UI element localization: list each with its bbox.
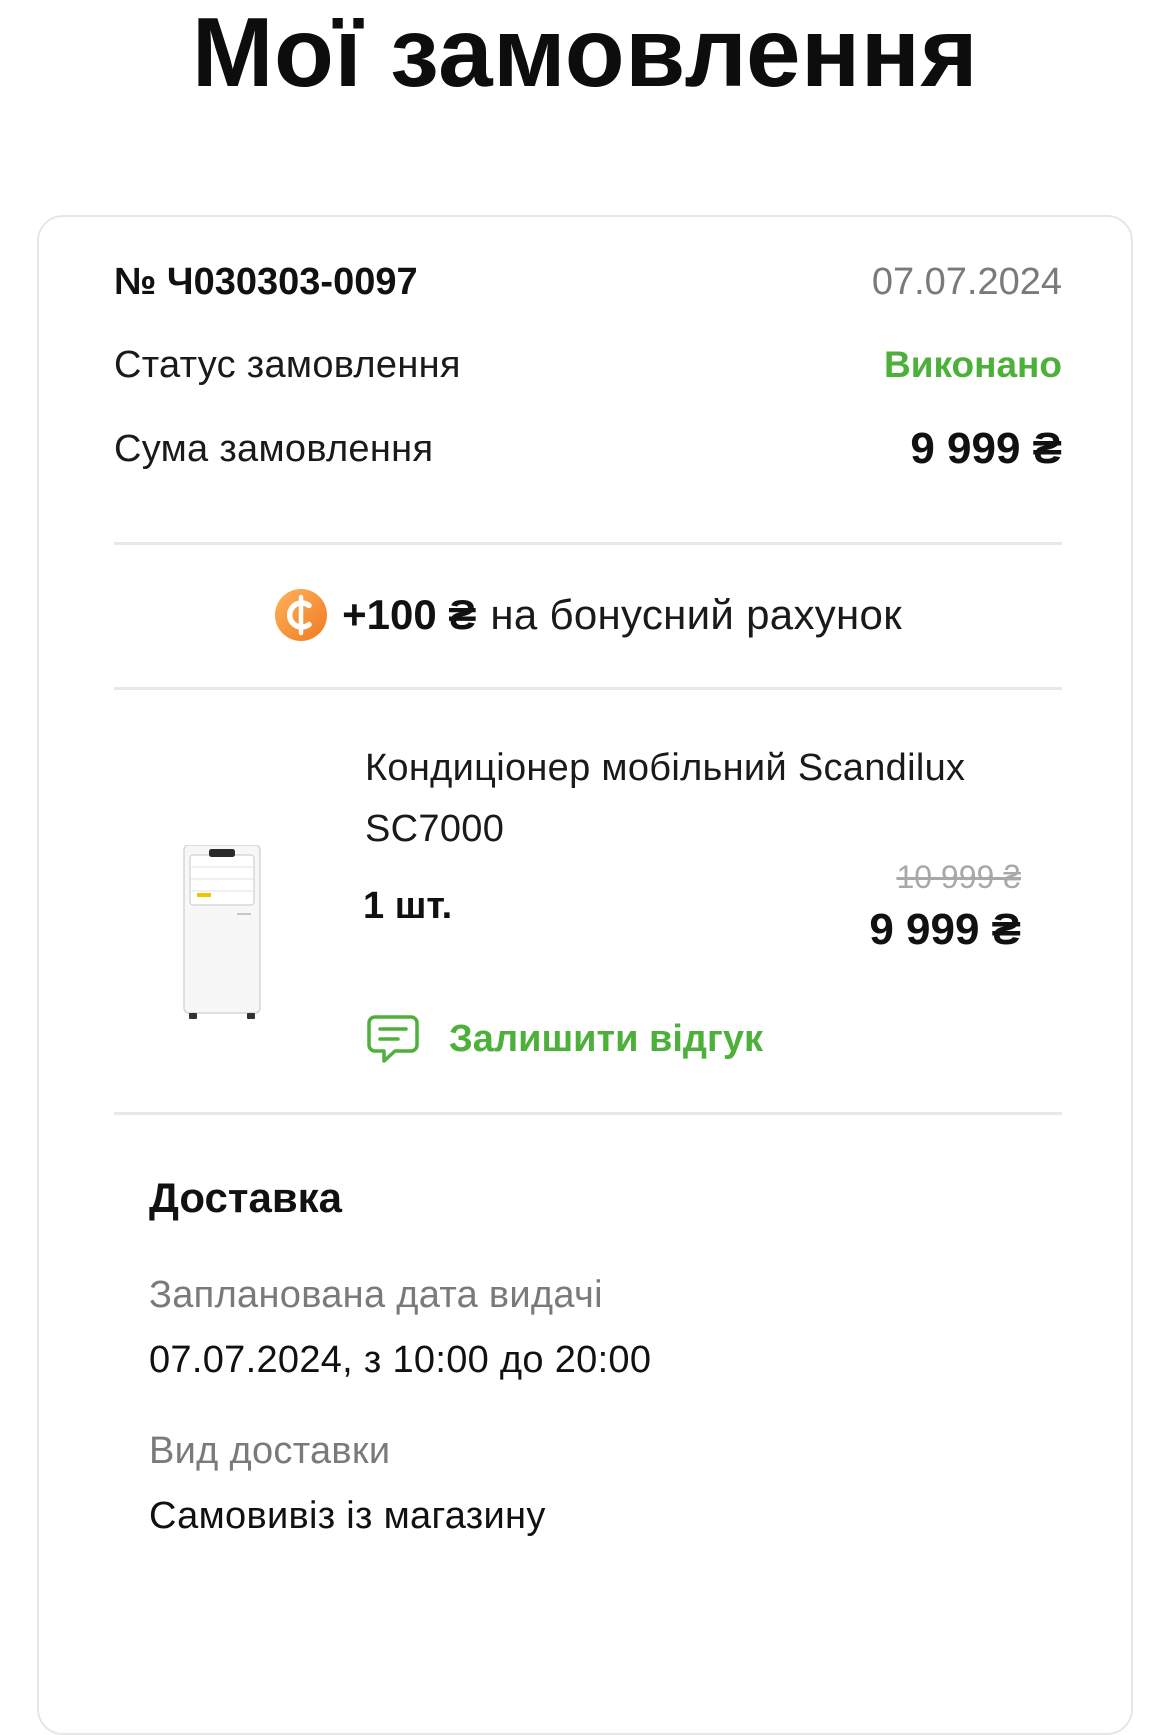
order-card: № Ч030303-0097 07.07.2024 Статус замовле…: [37, 215, 1133, 1735]
order-sum-row: Сума замовлення 9 999 ₴: [114, 422, 1062, 476]
product-name[interactable]: Кондиціонер мобільний Scandilux SC7000: [365, 738, 1045, 860]
bonus-row: +100 ₴ на бонусний рахунок: [114, 585, 1062, 645]
order-sum-label: Сума замовлення: [114, 427, 434, 470]
order-number: № Ч030303-0097: [114, 260, 418, 303]
planned-date-value: 07.07.2024, з 10:00 до 20:00: [149, 1339, 652, 1381]
planned-date-label: Запланована дата видачі: [149, 1274, 603, 1316]
product-quantity: 1 шт.: [363, 885, 453, 927]
divider: [114, 542, 1062, 545]
delivery-title: Доставка: [149, 1174, 343, 1221]
order-status-value: Виконано: [884, 344, 1062, 385]
order-header-row: № Ч030303-0097 07.07.2024: [114, 257, 1062, 307]
leave-review-label: Залишити відгук: [449, 1017, 764, 1060]
order-status-row: Статус замовлення Виконано: [114, 340, 1062, 390]
divider: [114, 687, 1062, 690]
delivery-type-label: Вид доставки: [149, 1430, 391, 1472]
order-status-label: Статус замовлення: [114, 343, 461, 386]
page-title: Мої замовлення: [191, 0, 979, 107]
bonus-amount: +100 ₴: [342, 591, 477, 638]
divider: [114, 1112, 1062, 1115]
order-sum-value: 9 999 ₴: [910, 424, 1062, 473]
product-image: [183, 845, 261, 1019]
delivery-type-value: Самовивіз із магазину: [149, 1495, 546, 1537]
leave-review-button[interactable]: Залишити відгук: [365, 1007, 763, 1071]
chat-bubble-icon: [367, 1015, 419, 1063]
bonus-text: на бонусний рахунок: [490, 591, 902, 638]
order-date: 07.07.2024: [871, 260, 1062, 303]
product-old-price: 10 999 ₴: [896, 859, 1021, 895]
bonus-coin-icon: [275, 589, 328, 641]
product-price: 9 999 ₴: [869, 905, 1021, 954]
